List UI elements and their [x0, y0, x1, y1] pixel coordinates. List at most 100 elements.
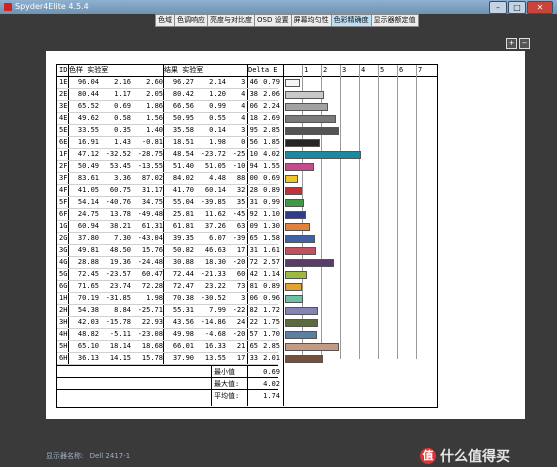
column-divider — [283, 65, 284, 365]
cell-result: 66.01 — [172, 342, 194, 350]
cell-target: 1.43 — [114, 138, 131, 146]
table-row: 2G 37.80 7.30 -43.04 39.35 6.07 -39.65 — [57, 233, 278, 245]
cell-target: 23.74 — [109, 282, 131, 290]
cell-target: 16.91 — [77, 138, 99, 146]
cell-target: 1.56 — [146, 114, 163, 122]
cell-result: 18.30 — [204, 258, 226, 266]
cell-delta-e: 1.58 — [263, 234, 280, 242]
table-row: 4E 49.62 0.58 1.56 50.95 0.55 4.18 — [57, 113, 278, 125]
cell-id: 6G — [59, 282, 68, 290]
cell-result: 39.35 — [172, 234, 194, 242]
cell-id: 1E — [59, 78, 68, 86]
table-row: 5H 65.10 18.14 18.68 66.01 16.33 21.65 — [57, 341, 278, 353]
delta-e-bar — [285, 175, 299, 183]
delta-e-bar — [285, 331, 318, 339]
cell-target: -23.57 — [105, 270, 131, 278]
maximize-button[interactable]: □ — [508, 1, 526, 14]
cell-result: 60.14 — [204, 186, 226, 194]
close-button[interactable]: ✕ — [527, 1, 553, 14]
cell-target: 2.16 — [114, 78, 131, 86]
zoom-in-icon[interactable]: + — [506, 38, 517, 49]
cell-result: 49.98 — [172, 330, 194, 338]
cell-target: 54.14 — [77, 198, 99, 206]
minimize-button[interactable]: – — [489, 1, 507, 14]
cell-delta-e: 1.10 — [263, 210, 280, 218]
cell-result: 7.99 — [209, 306, 226, 314]
delta-e-bar — [285, 91, 325, 99]
cell-target: 96.04 — [77, 78, 99, 86]
cell-result: 6.07 — [209, 234, 226, 242]
cell-target: 49.81 — [77, 246, 99, 254]
zoom-out-icon[interactable]: − — [519, 38, 530, 49]
tick-label: 2 — [323, 66, 328, 74]
cell-delta-e: 2.85 — [263, 126, 280, 134]
tab-5[interactable]: 色彩精确度 — [330, 14, 371, 27]
table-row: 1G 60.94 38.21 61.31 61.81 37.26 63.09 — [57, 221, 278, 233]
cell-target: 1.40 — [146, 126, 163, 134]
cell-delta-e: 1.30 — [263, 222, 280, 230]
cell-target: 71.65 — [77, 282, 99, 290]
footer: 显示器名称: Dell 2417-1 — [46, 451, 134, 461]
table-row: 4G 28.88 19.36 -24.48 30.88 18.30 -20.72 — [57, 257, 278, 269]
cell-delta-e: 0.89 — [263, 282, 280, 290]
cell-target: 1.17 — [114, 90, 131, 98]
table-row: 4F 41.05 60.75 31.17 41.70 60.14 32.28 — [57, 185, 278, 197]
cell-target: 19.36 — [109, 258, 131, 266]
summary-value: 1.74 — [263, 392, 280, 400]
tab-0[interactable]: 色域 — [155, 14, 174, 27]
delta-e-bar — [285, 355, 324, 363]
cell-result: 50.82 — [172, 246, 194, 254]
cell-target: -28.75 — [137, 150, 163, 158]
cell-target: 13.78 — [109, 210, 131, 218]
cell-result: 37.90 — [172, 354, 194, 362]
delta-e-bar — [285, 235, 316, 243]
tab-3[interactable]: OSD 设置 — [254, 14, 291, 27]
grid-line — [340, 65, 341, 359]
cell-id: 4F — [59, 186, 68, 194]
cell-target: 0.69 — [114, 102, 131, 110]
delta-e-bar — [285, 103, 328, 111]
delta-e-bar — [285, 223, 310, 231]
cell-target: 41.05 — [77, 186, 99, 194]
cell-target: 7.30 — [114, 234, 131, 242]
cell-delta-e: 0.96 — [263, 294, 280, 302]
cell-target: 83.61 — [77, 174, 99, 182]
grid-line — [359, 65, 360, 359]
tab-4[interactable]: 屏幕均匀性 — [290, 14, 331, 27]
table-row: 6G 71.65 23.74 72.28 72.47 23.22 73.81 — [57, 281, 278, 293]
tab-6[interactable]: 显示器额定值 — [370, 14, 419, 27]
tab-2[interactable]: 亮度与对比度 — [207, 14, 254, 27]
cell-target: 0.58 — [114, 114, 131, 122]
cell-target: 60.47 — [141, 270, 163, 278]
cell-id: 6E — [59, 138, 68, 146]
delta-e-bar — [285, 295, 304, 303]
delta-e-bar — [285, 79, 300, 87]
cell-target: 48.50 — [109, 246, 131, 254]
tab-1[interactable]: 色调响应 — [174, 14, 207, 27]
cell-result: -30.52 — [200, 294, 226, 302]
cell-result: 18.51 — [172, 138, 194, 146]
cell-result: 1.20 — [209, 90, 226, 98]
cell-target: 38.21 — [109, 222, 131, 230]
cell-id: 2G — [59, 234, 68, 242]
cell-id: 2E — [59, 90, 68, 98]
cell-result: 51.05 — [204, 162, 226, 170]
cell-target: -5.11 — [109, 330, 131, 338]
cell-result: -39.85 — [200, 198, 226, 206]
table-row: 5E 33.55 0.35 1.40 35.58 0.14 3.95 — [57, 125, 278, 137]
delta-e-bar — [285, 271, 307, 279]
cell-target: 0.35 — [114, 126, 131, 134]
cell-result: 43.56 — [172, 318, 194, 326]
cell-target: 37.80 — [77, 234, 99, 242]
table-row: 1E 96.04 2.16 2.60 96.27 2.14 3.46 — [57, 77, 278, 89]
cell-target: -31.85 — [105, 294, 131, 302]
cell-target: 18.14 — [109, 342, 131, 350]
display-name-value: Dell 2417-1 — [89, 452, 131, 460]
cell-id: 3H — [59, 318, 68, 326]
cell-id: 4H — [59, 330, 68, 338]
cell-result: 25.81 — [172, 210, 194, 218]
cell-target: -25.71 — [137, 306, 163, 314]
delta-e-bar — [285, 139, 321, 147]
cell-target: -43.04 — [137, 234, 163, 242]
table-row: 3H 42.03 -15.78 22.93 43.56 -14.86 24.22 — [57, 317, 278, 329]
